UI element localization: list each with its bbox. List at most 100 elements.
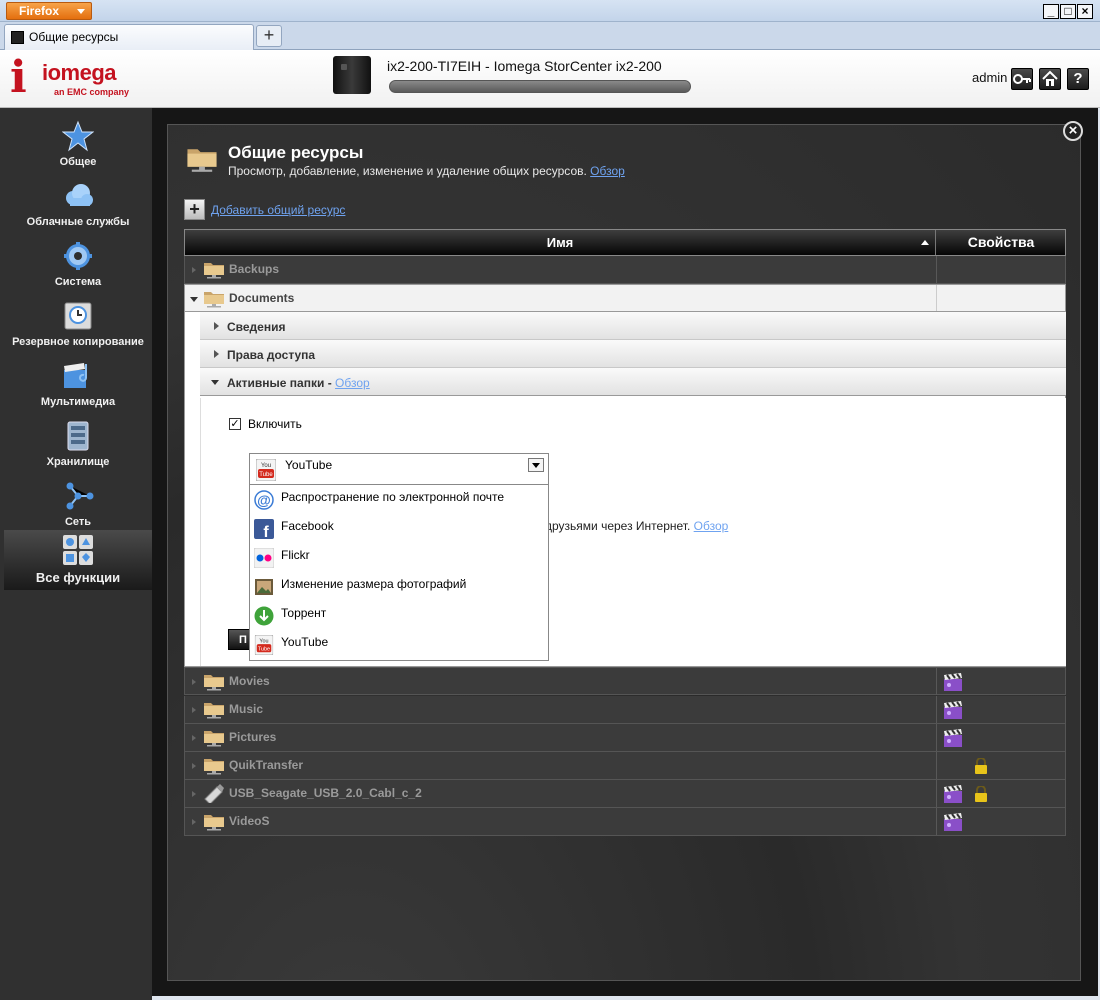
firefox-menu-button[interactable]: Firefox (6, 2, 92, 20)
option-youtube[interactable]: YouTube (250, 630, 548, 659)
expand-icon[interactable] (192, 267, 196, 273)
share-folder-icon (203, 288, 225, 308)
nas-device-icon (333, 56, 371, 94)
new-tab-button[interactable]: + (256, 25, 282, 47)
page-description: Просмотр, добавление, изменение и удален… (228, 164, 587, 178)
home-icon[interactable] (1039, 68, 1061, 90)
window-maximize-button[interactable]: □ (1060, 4, 1076, 19)
table-row[interactable]: QuikTransfer (184, 752, 1066, 780)
share-name: VideoS (229, 814, 270, 828)
share-name: USB_Seagate_USB_2.0_Cabl_c_2 (229, 786, 422, 800)
feature-overview-link[interactable]: Обзор (694, 519, 729, 533)
tab-title: Общие ресурсы (29, 30, 119, 44)
chevron-down-icon[interactable] (528, 458, 544, 472)
expand-icon[interactable] (192, 707, 196, 713)
table-row[interactable]: VideoS (184, 808, 1066, 836)
section-access[interactable]: Права доступа (200, 340, 1066, 368)
sidebar-item-label: Система (54, 276, 102, 288)
option-flickr[interactable]: Flickr (250, 543, 548, 572)
window-minimize-button[interactable]: _ (1043, 4, 1059, 19)
page-title: Общие ресурсы (228, 143, 364, 162)
sidebar-item-backup[interactable]: Резервное копирование (4, 296, 152, 356)
column-header-name[interactable]: Имя (185, 230, 936, 255)
table-row[interactable]: Movies (184, 667, 1066, 695)
column-header-properties: Свойства (967, 234, 1035, 250)
table-row[interactable]: Pictures (184, 724, 1066, 752)
column-divider (936, 808, 937, 835)
sidebar-item-storage[interactable]: Хранилище (4, 416, 152, 476)
sidebar-item-label: Облачные службы (26, 216, 130, 228)
section-active-folders[interactable]: Активные папки - Обзор (200, 368, 1066, 396)
collapse-icon[interactable] (190, 297, 198, 302)
expand-icon[interactable] (192, 819, 196, 825)
column-divider (936, 668, 937, 695)
logo-brand: iomega (42, 60, 117, 85)
close-panel-button[interactable]: × (1063, 121, 1083, 141)
column-divider (936, 285, 937, 311)
feature-description: друзьями через Интернет. Обзор (545, 519, 729, 533)
svg-text:@: @ (257, 492, 271, 508)
sort-ascending-icon (921, 240, 929, 245)
app-header: i iomega an EMC company ix2-200-TI7EIH -… (0, 50, 1100, 108)
add-share-icon[interactable]: + (184, 199, 205, 220)
sidebar-item-general[interactable]: Общее (4, 116, 152, 176)
youtube-icon (254, 635, 274, 655)
option-photo-resize[interactable]: Изменение размера фотографий (250, 572, 548, 601)
table-header: Имя Свойства (184, 229, 1066, 256)
expand-icon[interactable] (192, 735, 196, 741)
storage-icon (67, 421, 89, 451)
add-share-link[interactable]: Добавить общий ресурс (211, 203, 345, 217)
sidebar-item-label: Все функции (35, 570, 121, 585)
expand-icon (214, 350, 219, 358)
sidebar-item-cloud[interactable]: Облачные службы (4, 176, 152, 236)
table-row-expanded[interactable]: Documents (184, 284, 1066, 312)
enable-checkbox[interactable]: ✓ (229, 418, 241, 430)
active-folder-type-select[interactable]: YouTube (249, 453, 549, 485)
column-divider (936, 696, 937, 723)
apply-button[interactable]: П (228, 629, 250, 650)
active-folders-overview-link[interactable]: Обзор (335, 376, 370, 390)
usb-drive-icon (204, 784, 224, 803)
photo-resize-icon (255, 579, 273, 595)
option-facebook[interactable]: f Facebook (250, 514, 548, 543)
sidebar-item-network[interactable]: Сеть (4, 476, 152, 536)
option-email[interactable]: @ Распространение по электронной почте (250, 485, 548, 514)
svg-text:f: f (263, 524, 269, 539)
chevron-down-icon (77, 9, 85, 14)
media-icon (64, 363, 87, 388)
facebook-icon: f (254, 519, 274, 539)
close-icon: × (1068, 122, 1078, 139)
section-title: Сведения (227, 320, 286, 334)
expand-icon[interactable] (192, 763, 196, 769)
logo-sub: an EMC company (54, 87, 130, 97)
collapse-icon (211, 380, 219, 385)
help-icon: ? (1073, 70, 1083, 87)
section-info[interactable]: Сведения (200, 312, 1066, 340)
window-close-button[interactable]: × (1077, 4, 1093, 19)
share-name: Pictures (229, 730, 277, 744)
help-button[interactable]: ? (1067, 68, 1089, 90)
overview-link[interactable]: Обзор (590, 164, 625, 178)
sidebar-item-all-features[interactable]: Все функции (4, 530, 152, 590)
option-torrent[interactable]: Торрент (250, 601, 548, 630)
expand-icon[interactable] (192, 679, 196, 685)
sidebar-item-multimedia[interactable]: Мультимедиа (4, 356, 152, 416)
browser-tab[interactable]: Общие ресурсы (4, 24, 254, 50)
share-folder-icon (203, 755, 225, 775)
table-row[interactable]: Music (184, 696, 1066, 724)
device-title: ix2-200-TI7EIH - Iomega StorCenter ix2-2… (387, 58, 662, 74)
option-label: Facebook (281, 519, 334, 533)
firefox-menu-label: Firefox (19, 4, 60, 18)
column-divider (936, 752, 937, 779)
enable-label: Включить (248, 417, 302, 431)
lock-icon (974, 786, 988, 802)
option-label: Flickr (281, 548, 310, 562)
table-row[interactable]: USB_Seagate_USB_2.0_Cabl_c_2 (184, 780, 1066, 808)
key-icon[interactable] (1011, 68, 1033, 90)
expand-icon[interactable] (192, 791, 196, 797)
sidebar-item-label: Резервное копирование (12, 336, 144, 348)
star-icon (62, 120, 94, 152)
share-name: QuikTransfer (229, 758, 304, 772)
table-row[interactable]: Backups (184, 256, 1066, 284)
sidebar-item-system[interactable]: Система (4, 236, 152, 296)
